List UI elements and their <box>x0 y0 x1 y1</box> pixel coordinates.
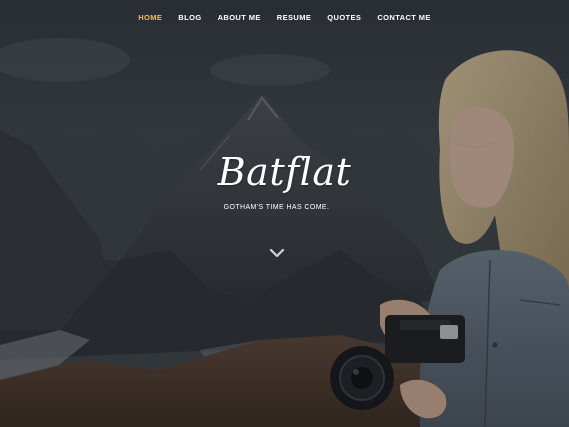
nav-item-quotes[interactable]: QUOTES <box>319 11 369 24</box>
nav-item-home[interactable]: HOME <box>130 11 170 24</box>
site-title: Batflat <box>217 150 352 194</box>
nav-item-blog[interactable]: BLOG <box>170 11 209 24</box>
site-tagline: GOTHAM'S TIME HAS COME. <box>223 204 330 211</box>
scroll-down-button[interactable] <box>268 246 286 260</box>
dark-overlay <box>0 0 569 427</box>
hero-section: HOME BLOG ABOUT ME RESUME QUOTES CONTACT… <box>0 0 569 427</box>
chevron-down-icon <box>269 248 285 258</box>
main-navigation: HOME BLOG ABOUT ME RESUME QUOTES CONTACT… <box>0 11 569 24</box>
nav-item-about-me[interactable]: ABOUT ME <box>210 11 269 24</box>
nav-item-contact-me[interactable]: CONTACT ME <box>369 11 438 24</box>
nav-item-resume[interactable]: RESUME <box>269 11 320 24</box>
